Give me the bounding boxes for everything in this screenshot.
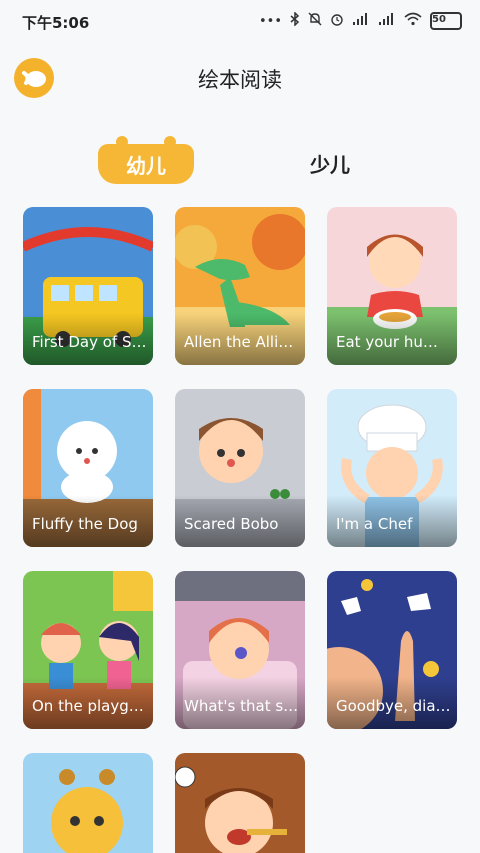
book-cover-image	[23, 753, 153, 853]
mute-bell-icon	[308, 12, 322, 30]
book-card-on-the-playground[interactable]: On the playground	[23, 571, 153, 729]
bluetooth-icon	[290, 11, 300, 30]
alarm-icon	[330, 12, 344, 30]
header: 绘本阅读	[0, 56, 480, 100]
book-card-whats-that-sound[interactable]: What's that sound	[175, 571, 305, 729]
battery-icon: 50	[430, 12, 462, 30]
cellular-hd-icon	[352, 12, 370, 30]
book-card-brushing-teeth[interactable]	[175, 753, 305, 853]
book-card-im-a-chef[interactable]: I'm a Chef	[327, 389, 457, 547]
status-icons: ••• 50	[258, 11, 462, 30]
tab-toddler[interactable]: 幼儿	[98, 144, 194, 184]
book-title: Allen the Alligator	[184, 333, 299, 351]
book-title: Eat your humble pie	[336, 333, 451, 351]
book-card-allen-the-alligator[interactable]: Allen the Alligator	[175, 207, 305, 365]
status-bar: 下午5:06 ••• 50	[0, 0, 480, 44]
book-title: Scared Bobo	[184, 515, 279, 533]
book-cover-image	[175, 753, 305, 853]
book-card-goodbye-diapers[interactable]: Goodbye, diapers	[327, 571, 457, 729]
page-title: 绘本阅读	[198, 68, 282, 92]
book-title: First Day of School	[32, 333, 147, 351]
book-title: On the playground	[32, 697, 147, 715]
book-title: What's that sound	[184, 697, 299, 715]
book-title: Fluffy the Dog	[32, 515, 138, 533]
book-card-first-day-of-school[interactable]: First Day of School	[23, 207, 153, 365]
book-card-scared-bobo[interactable]: Scared Bobo	[175, 389, 305, 547]
book-title: Goodbye, diapers	[336, 697, 451, 715]
book-card-eat-your-humble-pie[interactable]: Eat your humble pie	[327, 207, 457, 365]
more-dots-icon: •••	[258, 13, 282, 29]
status-time: 下午5:06	[22, 14, 90, 32]
tab-children[interactable]: 少儿	[300, 148, 360, 178]
book-card-fluffy-the-dog[interactable]: Fluffy the Dog	[23, 389, 153, 547]
wifi-icon	[404, 12, 422, 30]
book-title: I'm a Chef	[336, 515, 413, 533]
tab-bar: 幼儿 少儿	[0, 130, 480, 190]
cellular-icon	[378, 12, 396, 30]
book-card-giraffe[interactable]	[23, 753, 153, 853]
